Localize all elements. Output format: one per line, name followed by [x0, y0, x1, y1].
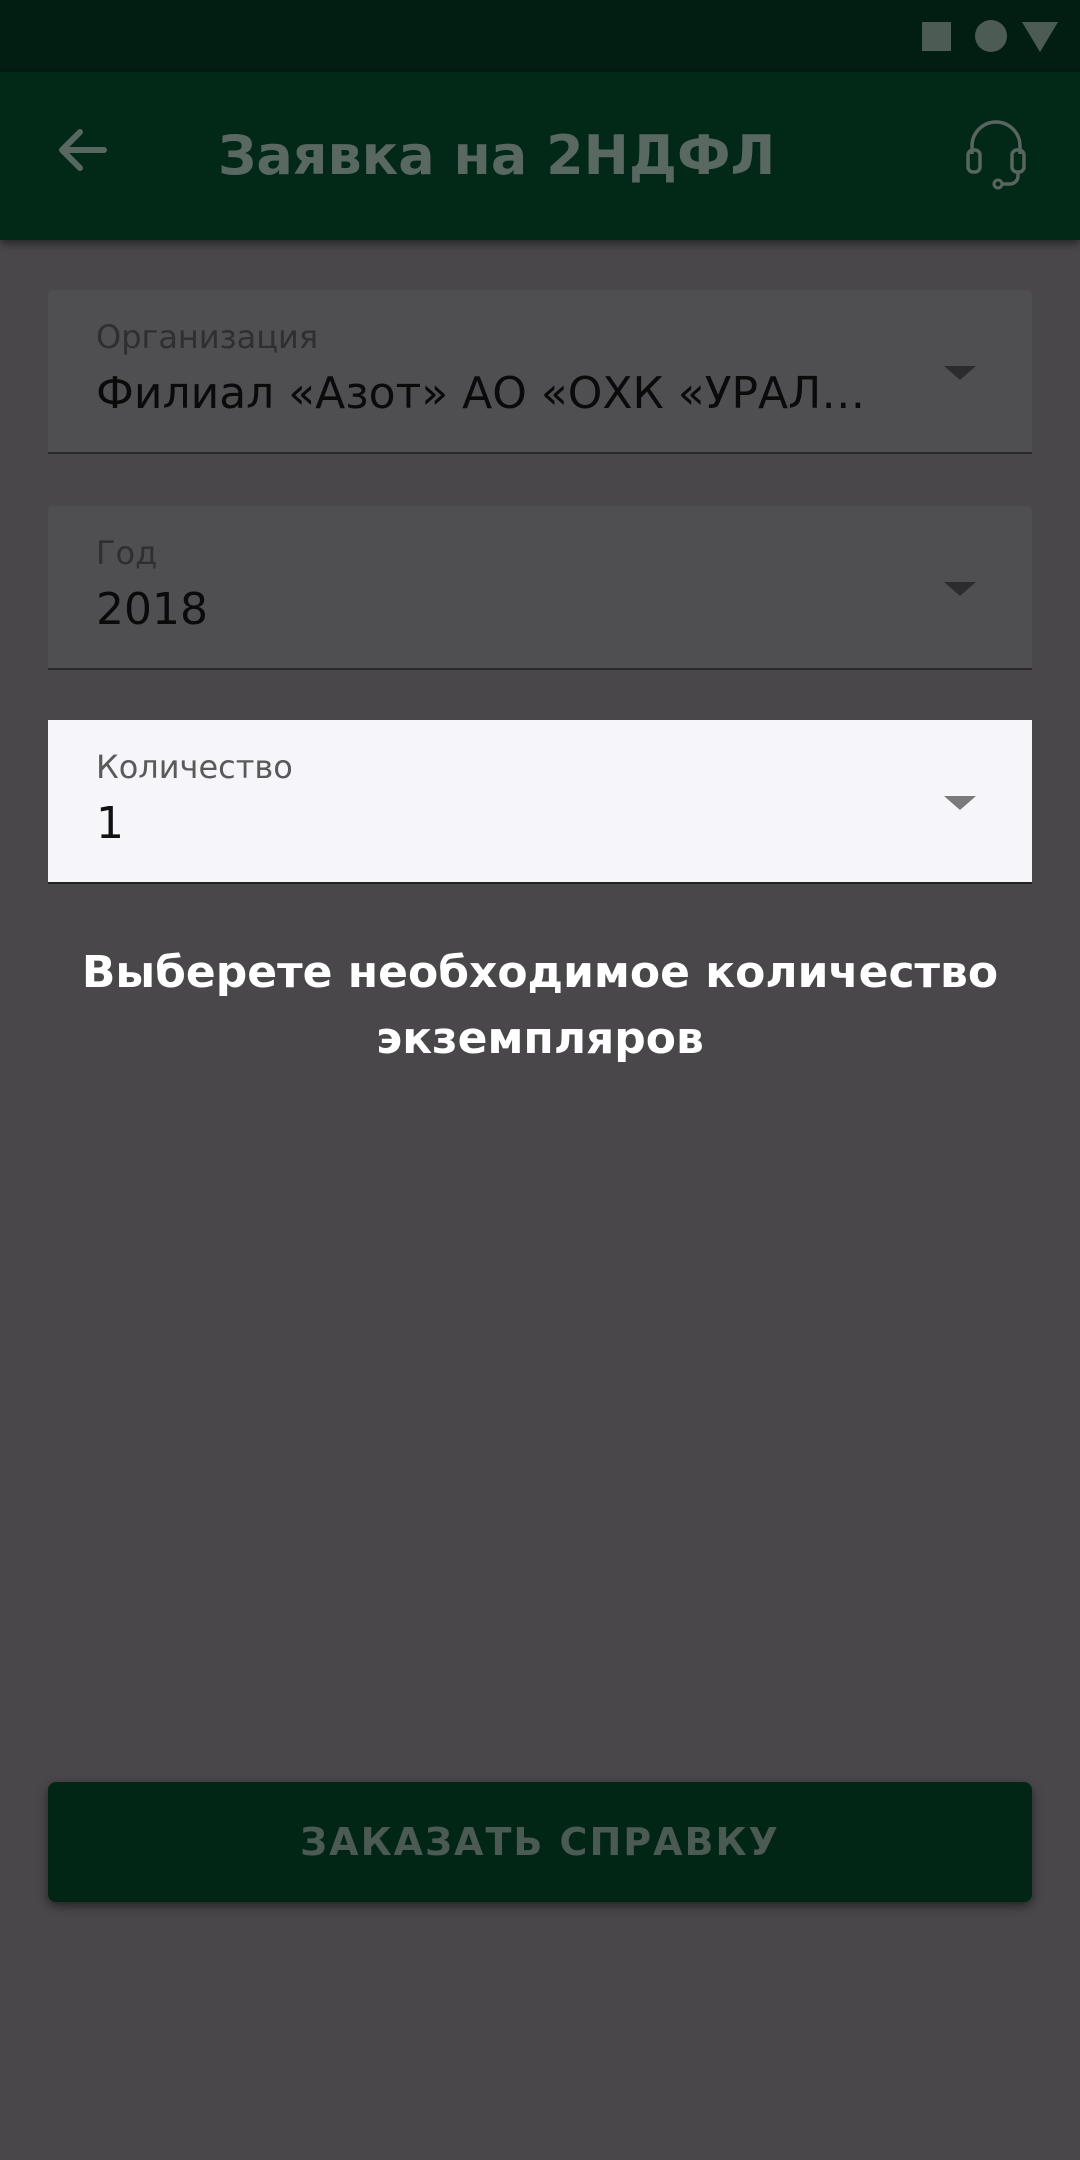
- year-value: 2018: [96, 584, 208, 635]
- dropdown-arrow-icon: [944, 366, 976, 380]
- page-title: Заявка на 2НДФЛ: [218, 124, 776, 187]
- quantity-value: 1: [96, 798, 124, 849]
- year-label: Год: [96, 534, 158, 572]
- status-bar: [0, 0, 1080, 72]
- organization-label: Организация: [96, 318, 319, 356]
- arrow-left-icon: [59, 129, 107, 171]
- triangle-icon: [1022, 22, 1058, 52]
- square-icon: [922, 22, 951, 51]
- dropdown-arrow-icon: [944, 582, 976, 596]
- organization-value: Филиал «Азот» АО «ОХК «УРАЛ…: [96, 368, 866, 419]
- back-button[interactable]: [44, 112, 120, 188]
- quantity-select[interactable]: Количество 1: [48, 720, 1032, 884]
- headset-icon: [966, 120, 1026, 190]
- quantity-label: Количество: [96, 748, 293, 786]
- support-button[interactable]: [956, 114, 1036, 194]
- organization-select[interactable]: Организация Филиал «Азот» АО «ОХК «УРАЛ…: [48, 290, 1032, 454]
- order-certificate-button[interactable]: ЗАКАЗАТЬ СПРАВКУ: [48, 1782, 1032, 1902]
- app-bar: Заявка на 2НДФЛ: [0, 72, 1080, 240]
- quantity-hint: Выберете необходимое количество экземпля…: [81, 947, 999, 1064]
- dropdown-arrow-icon: [944, 796, 976, 810]
- year-select[interactable]: Год 2018: [48, 506, 1032, 670]
- circle-icon: [975, 20, 1007, 52]
